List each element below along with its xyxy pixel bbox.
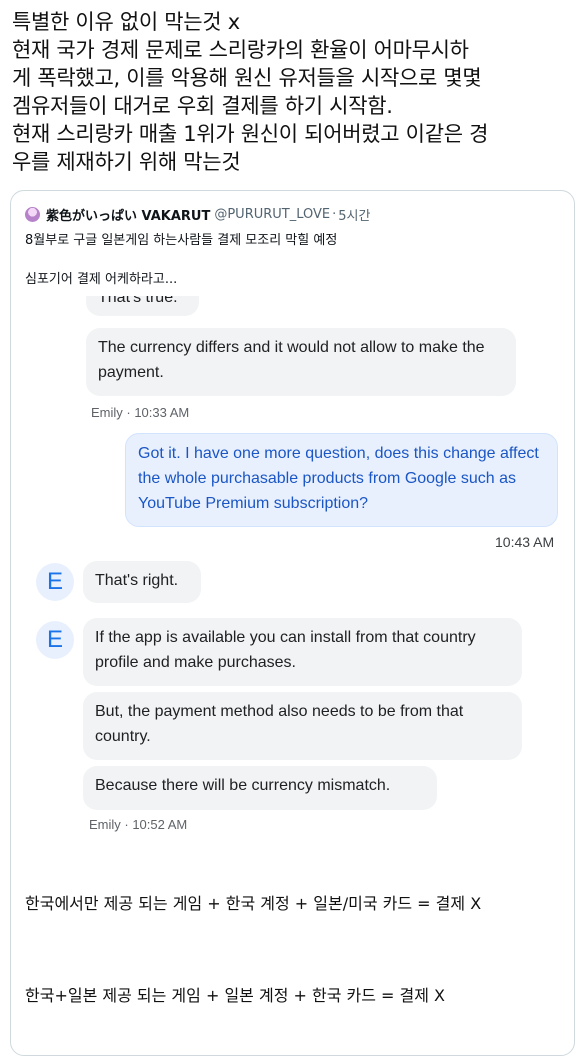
chat-message: The currency differs and it would not al… [98,339,485,381]
chat-message: But, the payment method also needs to be… [95,703,464,745]
separator-dot: · [332,207,337,222]
tweet-author-name[interactable]: 紫色がいっぱい VAKARUT [46,205,210,224]
post-body: 특별한 이유 없이 막는것 x 현재 국가 경제 문제로 스리랑카의 환율이 어… [12,8,580,176]
chat-bubble-agent: If the app is available you can install … [83,618,522,686]
post-line: 우를 제재하기 위해 막는것 [12,150,241,174]
chat-message: Got it. I have one more question, does t… [138,445,539,512]
formula-line: 한국+일본 제공 되는 게임 + 일본 계정 + 한국 카드 = 결제 X [25,986,446,1005]
tweet-timestamp[interactable]: 5시간 [338,205,370,224]
chat-bubble-agent: The currency differs and it would not al… [86,328,516,396]
chat-bubble-user: Got it. I have one more question, does t… [125,433,558,527]
tweet-text-line: 심포기어 결제 어케하라고... [25,272,178,287]
post-line: 겜유저들이 대거로 우회 결제를 하기 시작함. [12,94,393,118]
agent-avatar-icon: E [36,621,74,659]
avatar-icon[interactable] [25,207,40,222]
post-line: 게 폭락했고, 이를 악용해 원신 유저들을 시작으로 몇몇 [12,66,482,90]
tweet-header: 紫色がいっぱい VAKARUT @PURURUT_LOVE · 5시간 [25,205,370,224]
chat-bubble-agent: But, the payment method also needs to be… [83,692,522,760]
chat-message: If the app is available you can install … [95,629,476,671]
chat-user-time: 10:43 AM [495,534,555,550]
chat-message: Because there will be currency mismatch. [95,777,391,794]
post-line: 현재 스리랑카 매출 1위가 원신이 되어버렸고 이같은 경 [12,122,489,146]
tweet-author-handle[interactable]: @PURURUT_LOVE [214,207,330,222]
chat-message: That's right. [95,572,179,589]
post-line: 특별한 이유 없이 막는것 x [12,10,240,34]
embedded-tweet[interactable]: 紫色がいっぱい VAKARUT @PURURUT_LOVE · 5시간 8월부로… [10,190,575,1056]
chat-meta: Emily · 10:52 AM [89,817,188,832]
chat-bubble-agent: Because there will be currency mismatch. [83,766,437,810]
formula-line: 한국에서만 제공 되는 게임 + 한국 계정 + 일본/미국 카드 = 결제 X [25,894,482,913]
chat-bubble-agent: That's right. [83,561,201,603]
chat-message: That's true. [98,296,178,306]
chat-meta: Emily · 10:33 AM [91,405,190,420]
chat-screenshot: That's true. The currency differs and it… [11,296,576,836]
agent-avatar-icon: E [36,563,74,601]
post-line: 현재 국가 경제 문제로 스리랑카의 환율이 어마무시하 [12,38,469,62]
tweet-text-line: 8월부로 구글 일본게임 하는사람들 결제 모조리 막힐 예정 [25,233,338,248]
chat-bubble-cut: That's true. [86,296,199,316]
